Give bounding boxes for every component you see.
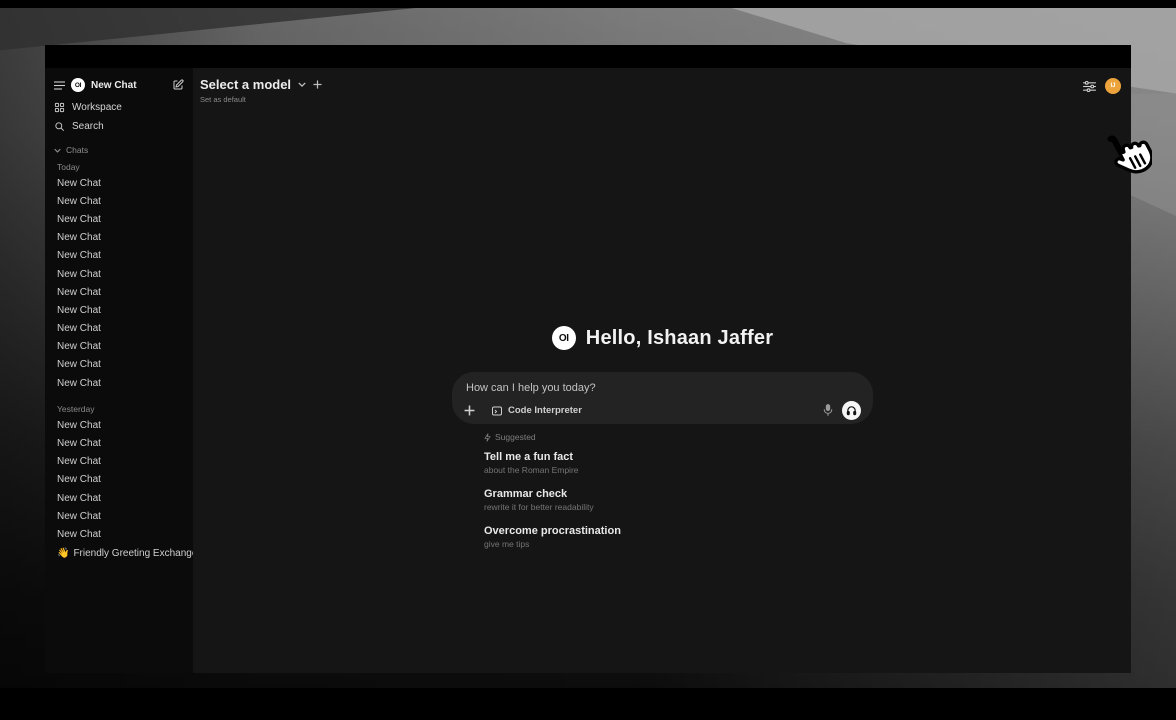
app-window: OI New Chat Workspace Search Chats	[45, 45, 1131, 673]
chat-list-item[interactable]: New Chat	[45, 416, 193, 434]
model-selector-label: Select a model	[200, 77, 291, 92]
sidebar-item-search[interactable]: Search	[45, 117, 193, 136]
chats-section-toggle[interactable]: Chats	[45, 142, 193, 158]
prompt-subtitle: rewrite it for better readability	[484, 502, 873, 512]
voice-call-button[interactable]	[842, 401, 861, 420]
search-label: Search	[72, 121, 104, 132]
wave-emoji: 👋	[57, 548, 69, 559]
chat-list-item[interactable]: New Chat	[45, 192, 193, 210]
headphones-icon	[846, 405, 857, 416]
chat-list-item[interactable]: New Chat	[45, 374, 193, 392]
chevron-down-icon	[298, 82, 306, 87]
chat-list-item[interactable]: New Chat	[45, 434, 193, 452]
top-black-bar	[0, 0, 1176, 8]
suggested-prompt[interactable]: Grammar check rewrite it for better read…	[484, 488, 873, 512]
chat-list-item[interactable]: New Chat	[45, 507, 193, 525]
window-titlebar	[45, 45, 1131, 68]
chat-list-item[interactable]: New Chat	[45, 174, 193, 192]
chat-list-item[interactable]: New Chat	[45, 283, 193, 301]
suggested-prompts: Tell me a fun fact about the Roman Empir…	[484, 451, 873, 549]
suggested-prompt[interactable]: Tell me a fun fact about the Roman Empir…	[484, 451, 873, 475]
greeting-text: Hello, Ishaan Jaffer	[586, 327, 773, 350]
chat-list-item[interactable]: New Chat	[45, 489, 193, 507]
app-logo: OI	[552, 326, 576, 350]
chat-list-item[interactable]: New Chat	[45, 265, 193, 283]
chat-list-item[interactable]: New Chat	[45, 338, 193, 356]
chat-list-item[interactable]: New Chat	[45, 525, 193, 543]
suggested-prompt[interactable]: Overcome procrastination give me tips	[484, 525, 873, 549]
main-panel: Select a model Set as default I	[193, 68, 1131, 673]
suggested-section: Suggested Tell me a fun fact about the R…	[452, 432, 873, 549]
chat-list-item[interactable]: New Chat	[45, 229, 193, 247]
chat-list-item[interactable]: New Chat	[45, 471, 193, 489]
chevron-down-icon	[54, 148, 61, 153]
workspace-label: Workspace	[72, 102, 122, 113]
chat-list-today: New Chat New Chat New Chat New Chat New …	[45, 174, 193, 392]
bottom-black-bar	[0, 688, 1176, 720]
prompt-title: Overcome procrastination	[484, 525, 873, 537]
prompt-subtitle: give me tips	[484, 539, 873, 549]
prompt-title: Grammar check	[484, 488, 873, 500]
chat-list-item[interactable]: New Chat	[45, 210, 193, 228]
chat-group-label-yesterday: Yesterday	[45, 401, 193, 416]
attach-plus-icon[interactable]	[464, 405, 475, 416]
screenshot-stage: OI New Chat Workspace Search Chats	[0, 0, 1176, 720]
add-model-icon[interactable]	[313, 80, 322, 89]
code-interpreter-icon	[491, 405, 503, 417]
workspace-grid-icon	[54, 102, 65, 113]
chat-item-label: Friendly Greeting Exchange	[73, 548, 193, 559]
chat-list-item[interactable]: New Chat	[45, 320, 193, 338]
bolt-icon	[484, 433, 491, 442]
app-logo: OI	[71, 78, 85, 92]
sidebar-toggle-icon[interactable]	[54, 81, 65, 90]
microphone-icon[interactable]	[823, 404, 833, 417]
message-input[interactable]: How can I help you today?	[464, 382, 861, 394]
chat-list-item[interactable]: New Chat	[45, 453, 193, 471]
suggested-label: Suggested	[495, 432, 536, 442]
prompt-title: Tell me a fun fact	[484, 451, 873, 463]
chat-list-item-friendly-greeting[interactable]: 👋 Friendly Greeting Exchange	[45, 544, 193, 563]
sidebar-title: New Chat	[91, 80, 166, 91]
sidebar: OI New Chat Workspace Search Chats	[45, 68, 193, 673]
sidebar-item-workspace[interactable]: Workspace	[45, 98, 193, 117]
chat-list-item[interactable]: New Chat	[45, 301, 193, 319]
model-selector[interactable]: Select a model	[200, 77, 322, 92]
greeting: OI Hello, Ishaan Jaffer	[452, 326, 873, 350]
chat-group-label-today: Today	[45, 159, 193, 174]
chat-list-item[interactable]: New Chat	[45, 247, 193, 265]
new-chat-icon[interactable]	[172, 79, 184, 91]
message-input-card[interactable]: How can I help you today? Code Interpret…	[452, 372, 873, 424]
code-interpreter-label: Code Interpreter	[508, 405, 582, 416]
set-as-default-link[interactable]: Set as default	[200, 95, 322, 104]
prompt-subtitle: about the Roman Empire	[484, 465, 873, 475]
code-interpreter-toggle[interactable]: Code Interpreter	[491, 405, 582, 417]
chats-section-label: Chats	[66, 145, 88, 155]
chat-list-item[interactable]: New Chat	[45, 356, 193, 374]
controls-sliders-icon[interactable]	[1083, 81, 1096, 92]
chat-list-yesterday: New Chat New Chat New Chat New Chat New …	[45, 416, 193, 543]
search-icon	[54, 121, 65, 132]
user-avatar[interactable]: IJ	[1105, 78, 1121, 94]
